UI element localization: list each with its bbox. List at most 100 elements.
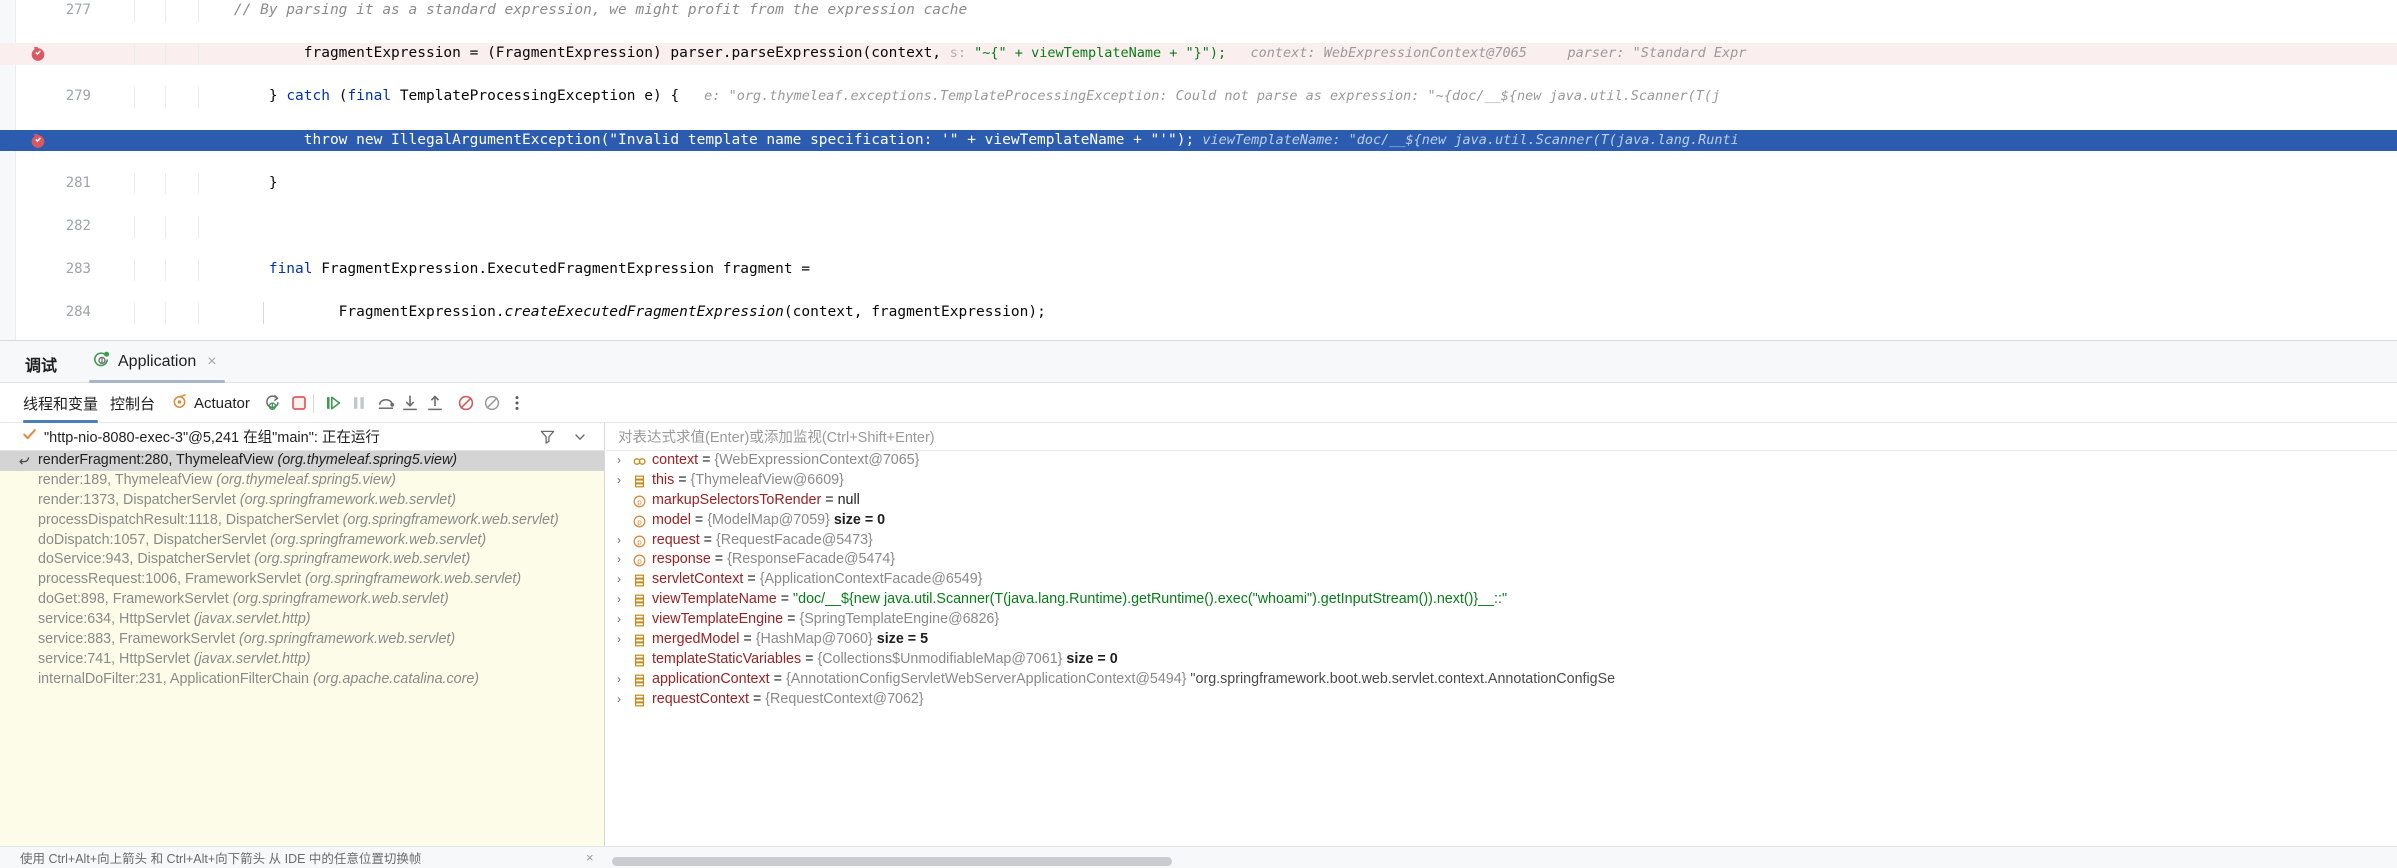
rerun-debug-button[interactable]: [262, 392, 284, 414]
expand-chevron-icon[interactable]: ›: [617, 610, 627, 630]
variable-row[interactable]: › requestContext = {RequestContext@7062}: [606, 690, 2397, 710]
debug-run-icon: [93, 351, 111, 374]
frames-list[interactable]: renderFragment:280, ThymeleafView (org.t…: [0, 451, 604, 690]
expand-chevron-icon[interactable]: ›: [617, 590, 627, 610]
frame-item[interactable]: processDispatchResult:1118, DispatcherSe…: [0, 511, 604, 531]
param-icon: p: [633, 515, 646, 528]
frame-method: service:883, FrameworkServlet: [38, 631, 240, 648]
variable-name: request: [652, 531, 700, 548]
frame-item[interactable]: service:634, HttpServlet (javax.servlet.…: [0, 610, 604, 630]
code-editor[interactable]: 277 // By parsing it as a standard expre…: [0, 0, 2397, 340]
variable-row[interactable]: › p request = {RequestFacade@5473}: [606, 531, 2397, 551]
variable-equals: =: [783, 611, 800, 628]
code-line-280[interactable]: throw new IllegalArgumentException("Inva…: [0, 129, 2397, 152]
code-line-281[interactable]: 281 }: [0, 172, 2397, 195]
variable-row[interactable]: templateStaticVariables = {Collections$U…: [606, 650, 2397, 670]
variable-value: {HashMap@7060}: [755, 631, 873, 648]
more-vertical-icon[interactable]: [506, 392, 528, 414]
variable-row[interactable]: › viewTemplateName = "doc/__${new java.ut…: [606, 590, 2397, 610]
step-over-button[interactable]: [375, 392, 397, 414]
variable-size: size = 5: [872, 631, 929, 648]
evaluate-expression-input[interactable]: 对表达式求值(Enter)或添加监视(Ctrl+Shift+Enter): [606, 423, 2397, 451]
variable-row[interactable]: › mergedModel = {HashMap@7060} size = 5: [606, 630, 2397, 650]
object-icon: [633, 654, 646, 667]
frame-package: (org.springframework.web.servlet): [239, 631, 456, 648]
frame-method: service:741, HttpServlet: [38, 650, 194, 667]
breakpoint-icon[interactable]: [30, 46, 46, 62]
code-text: // By parsing it as a standard expressio…: [199, 2, 968, 18]
tab-application-label: Application: [118, 353, 197, 370]
code-line-284[interactable]: 284 FragmentExpression.createExecutedFra…: [0, 302, 2397, 324]
expand-chevron-icon[interactable]: ›: [617, 630, 627, 650]
frame-package: (org.springframework.web.servlet): [305, 571, 522, 588]
variable-equals: =: [801, 650, 818, 667]
code-line-278[interactable]: fragmentExpression = (FragmentExpression…: [0, 43, 2397, 65]
line-number-hidden: [0, 130, 103, 152]
variable-row[interactable]: › context = {WebExpressionContext@7065}: [606, 451, 2397, 471]
frame-item[interactable]: render:1373, DispatcherServlet (org.spri…: [0, 491, 604, 511]
pause-program-button[interactable]: [348, 392, 370, 414]
frames-panel[interactable]: "http-nio-8080-exec-3"@5,241 在组"main": 正…: [0, 423, 605, 868]
frame-item[interactable]: processRequest:1006, FrameworkServlet (o…: [0, 570, 604, 590]
chevron-down-icon[interactable]: [573, 430, 587, 444]
frame-item[interactable]: doGet:898, FrameworkServlet (org.springf…: [0, 590, 604, 610]
mute-breakpoints-button[interactable]: [455, 392, 477, 414]
object-icon: [633, 475, 646, 488]
variables-list[interactable]: › context = {WebExpressionContext@7065} › t…: [606, 451, 2397, 710]
variable-equals: =: [690, 511, 708, 528]
variable-row[interactable]: › applicationContext = {AnnotationConfigS…: [606, 670, 2397, 690]
tab-console[interactable]: 控制台: [110, 383, 155, 423]
variable-row[interactable]: p markupSelectorsToRender = null: [606, 491, 2397, 511]
expand-chevron-icon[interactable]: ›: [617, 531, 627, 551]
tab-actuator-label: Actuator: [194, 394, 250, 412]
filter-icon[interactable]: [539, 428, 556, 445]
breakpoint-icon[interactable]: [30, 133, 46, 149]
variable-row[interactable]: › this = {ThymeleafView@6609}: [606, 471, 2397, 491]
code-line-283[interactable]: 283 final FragmentExpression.ExecutedFra…: [0, 259, 2397, 281]
inline-hint-label-context: context:: [1250, 45, 1316, 62]
status-close-icon[interactable]: ×: [586, 850, 594, 865]
expand-chevron-icon[interactable]: ›: [617, 690, 627, 710]
tab-threads-and-variables[interactable]: 线程和变量: [23, 383, 99, 423]
code-line-277[interactable]: 277 // By parsing it as a standard expre…: [0, 0, 2397, 22]
expand-chevron-icon[interactable]: ›: [617, 570, 627, 590]
svg-text:p: p: [637, 497, 642, 506]
close-icon[interactable]: ×: [207, 353, 216, 371]
step-out-button[interactable]: [424, 392, 446, 414]
variable-name: servletContext: [652, 571, 744, 588]
tab-application[interactable]: Application ×: [83, 341, 231, 383]
variables-panel[interactable]: 对表达式求值(Enter)或添加监视(Ctrl+Shift+Enter) › co…: [606, 423, 2397, 868]
expand-chevron-icon[interactable]: ›: [617, 670, 627, 690]
step-into-button[interactable]: [399, 392, 421, 414]
code-line-282[interactable]: 282: [0, 215, 2397, 238]
expand-chevron-icon[interactable]: ›: [617, 471, 627, 491]
frame-item[interactable]: service:883, FrameworkServlet (org.sprin…: [0, 630, 604, 650]
frame-item[interactable]: renderFragment:280, ThymeleafView (org.t…: [0, 451, 604, 471]
variable-value: {Collections$UnmodifiableMap@7061}: [817, 650, 1063, 667]
gutter-markers: [103, 302, 199, 324]
variable-row[interactable]: › servletContext = {ApplicationContextFac…: [606, 570, 2397, 590]
param-icon: p: [633, 554, 646, 567]
gutter-markers: [103, 43, 199, 65]
code-line-279[interactable]: 279 } catch (final TemplateProcessingExc…: [0, 86, 2397, 108]
expand-chevron-icon[interactable]: ›: [617, 451, 627, 471]
frame-item[interactable]: doDispatch:1057, DispatcherServlet (org.…: [0, 531, 604, 551]
no-breakpoints-icon[interactable]: [481, 392, 503, 414]
svg-text:p: p: [637, 537, 642, 546]
debug-tabs-row: 调试 Application ×: [0, 341, 2397, 383]
frame-item[interactable]: service:741, HttpServlet (javax.servlet.…: [0, 650, 604, 670]
variable-row[interactable]: › p response = {ResponseFacade@5474}: [606, 550, 2397, 570]
frame-item[interactable]: render:189, ThymeleafView (org.thymeleaf…: [0, 471, 604, 491]
expand-chevron-icon[interactable]: ›: [617, 550, 627, 570]
variable-row[interactable]: p model = {ModelMap@7059} size = 0: [606, 511, 2397, 531]
resume-program-button[interactable]: [322, 392, 344, 414]
line-number: 281: [65, 174, 91, 191]
return-arrow-icon: [17, 454, 31, 468]
frame-item[interactable]: doService:943, DispatcherServlet (org.sp…: [0, 550, 604, 570]
horizontal-scrollbar[interactable]: [612, 857, 1172, 866]
stop-button[interactable]: [288, 392, 310, 414]
thread-selector[interactable]: "http-nio-8080-exec-3"@5,241 在组"main": 正…: [0, 423, 604, 451]
frame-item[interactable]: internalDoFilter:231, ApplicationFilterC…: [0, 670, 604, 690]
variable-row[interactable]: › viewTemplateEngine = {SpringTemplateEng…: [606, 610, 2397, 630]
tab-actuator[interactable]: Actuator: [171, 383, 250, 423]
